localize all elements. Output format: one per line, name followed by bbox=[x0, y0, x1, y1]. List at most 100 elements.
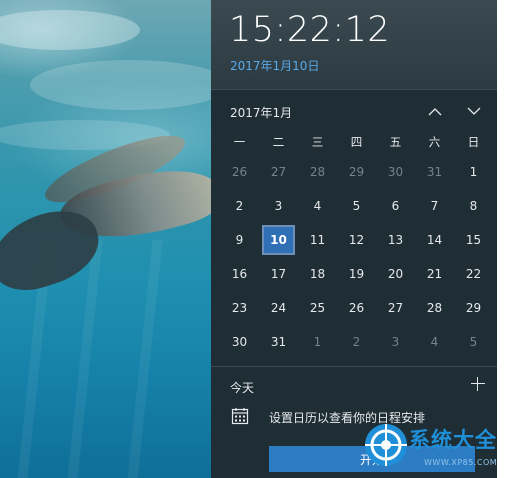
calendar-day[interactable]: 12 bbox=[337, 223, 376, 257]
weekday-label: 二 bbox=[272, 135, 285, 149]
calendar-day-number: 26 bbox=[348, 301, 365, 315]
calendar-day[interactable]: 4 bbox=[415, 325, 454, 359]
calendar-day[interactable]: 28 bbox=[298, 155, 337, 189]
light-reflection bbox=[30, 60, 212, 110]
calendar-day[interactable]: 6 bbox=[376, 189, 415, 223]
calendar-day-number: 12 bbox=[348, 233, 365, 247]
calendar-day[interactable]: 25 bbox=[298, 291, 337, 325]
calendar-day-number: 20 bbox=[387, 267, 404, 281]
calendar-day[interactable]: 31 bbox=[415, 155, 454, 189]
calendar-day[interactable]: 5 bbox=[337, 189, 376, 223]
calendar-day-number: 14 bbox=[426, 233, 443, 247]
calendar-day[interactable]: 4 bbox=[298, 189, 337, 223]
current-date-link[interactable]: 2017年1月10日 bbox=[230, 57, 319, 74]
calendar-day-number: 27 bbox=[270, 165, 287, 179]
calendar-day[interactable]: 28 bbox=[415, 291, 454, 325]
calendar-day[interactable]: 29 bbox=[337, 155, 376, 189]
calendar-day-number: 26 bbox=[231, 165, 248, 179]
calendar-day-number: 21 bbox=[426, 267, 443, 281]
calendar-day[interactable]: 1 bbox=[298, 325, 337, 359]
calendar-day[interactable]: 22 bbox=[454, 257, 493, 291]
calendar-day-number: 15 bbox=[465, 233, 482, 247]
calendar-day[interactable]: 20 bbox=[376, 257, 415, 291]
calendar-day-number: 2 bbox=[352, 335, 361, 349]
calendar-day-number: 9 bbox=[235, 233, 244, 247]
calendar-day[interactable]: 17 bbox=[259, 257, 298, 291]
calendar-day[interactable]: 15 bbox=[454, 223, 493, 257]
calendar-day[interactable]: 23 bbox=[220, 291, 259, 325]
calendar-day-number: 3 bbox=[391, 335, 400, 349]
chevron-down-icon bbox=[467, 107, 481, 115]
calendar-day-number: 10 bbox=[262, 225, 295, 255]
agenda-divider bbox=[211, 366, 497, 367]
calendar-day[interactable]: 8 bbox=[454, 189, 493, 223]
calendar-day[interactable]: 18 bbox=[298, 257, 337, 291]
calendar-day-number: 28 bbox=[426, 301, 443, 315]
calendar-day-number: 29 bbox=[348, 165, 365, 179]
calendar-day-number: 4 bbox=[313, 199, 322, 213]
weekday-label: 一 bbox=[233, 135, 246, 149]
calendar-day-number: 30 bbox=[231, 335, 248, 349]
calendar-day[interactable]: 7 bbox=[415, 189, 454, 223]
calendar-day[interactable]: 24 bbox=[259, 291, 298, 325]
calendar-day-number: 24 bbox=[270, 301, 287, 315]
calendar-day-number: 17 bbox=[270, 267, 287, 281]
weekday-label: 四 bbox=[350, 135, 363, 149]
weekday-label: 六 bbox=[428, 135, 441, 149]
screenshot-frame: 15:22:12 2017年1月10日 2017年1月 一二三四五六日 26 27… bbox=[0, 0, 507, 478]
light-ray bbox=[127, 240, 163, 478]
calendar-day[interactable]: 21 bbox=[415, 257, 454, 291]
clock-calendar-flyout: 15:22:12 2017年1月10日 2017年1月 一二三四五六日 26 27… bbox=[211, 0, 497, 478]
watermark-logo-icon bbox=[365, 424, 407, 466]
calendar-day[interactable]: 19 bbox=[337, 257, 376, 291]
next-month-button[interactable] bbox=[463, 100, 485, 122]
add-event-button[interactable] bbox=[469, 375, 487, 393]
calendar-day[interactable]: 31 bbox=[259, 325, 298, 359]
calendar-day[interactable]: 13 bbox=[376, 223, 415, 257]
weekday-header-row: 一二三四五六日 bbox=[220, 131, 494, 153]
weekday-label: 三 bbox=[311, 135, 324, 149]
calendar-day[interactable]: 14 bbox=[415, 223, 454, 257]
calendar-day-grid: 26 27 28 29 30 31 1 2 3 4 5 6 7 8 9 10 11 12 13 14 15 16 17 18 1… bbox=[220, 155, 494, 359]
calendar-day-number: 5 bbox=[352, 199, 361, 213]
calendar-day-number: 2 bbox=[235, 199, 244, 213]
calendar-day[interactable]: 2 bbox=[220, 189, 259, 223]
calendar-day-today[interactable]: 10 bbox=[259, 223, 298, 257]
calendar-day-number: 16 bbox=[231, 267, 248, 281]
calendar-day-number: 25 bbox=[309, 301, 326, 315]
agenda-today-heading: 今天 bbox=[230, 381, 255, 395]
calendar-day-number: 19 bbox=[348, 267, 365, 281]
calendar-day[interactable]: 30 bbox=[376, 155, 415, 189]
calendar-day[interactable]: 30 bbox=[220, 325, 259, 359]
calendar-day[interactable]: 3 bbox=[376, 325, 415, 359]
calendar-day[interactable]: 26 bbox=[220, 155, 259, 189]
calendar-day-number: 5 bbox=[469, 335, 478, 349]
month-year-label[interactable]: 2017年1月 bbox=[230, 104, 292, 121]
calendar-day[interactable]: 26 bbox=[337, 291, 376, 325]
calendar-day[interactable]: 27 bbox=[376, 291, 415, 325]
calendar-day-number: 30 bbox=[387, 165, 404, 179]
calendar-day-number: 4 bbox=[430, 335, 439, 349]
calendar-day[interactable]: 29 bbox=[454, 291, 493, 325]
calendar-day-number: 3 bbox=[274, 199, 283, 213]
calendar-day-number: 13 bbox=[387, 233, 404, 247]
calendar-day-number: 31 bbox=[426, 165, 443, 179]
calendar-day[interactable]: 16 bbox=[220, 257, 259, 291]
calendar-day[interactable]: 3 bbox=[259, 189, 298, 223]
calendar-day[interactable]: 11 bbox=[298, 223, 337, 257]
calendar-day-number: 1 bbox=[469, 165, 478, 179]
watermark-url: WWW.XP85.COM bbox=[424, 458, 498, 467]
previous-month-button[interactable] bbox=[424, 100, 446, 122]
calendar-day[interactable]: 27 bbox=[259, 155, 298, 189]
clock-header: 15:22:12 2017年1月10日 bbox=[211, 0, 497, 89]
calendar-day[interactable]: 9 bbox=[220, 223, 259, 257]
calendar-day-number: 22 bbox=[465, 267, 482, 281]
calendar-day-number: 7 bbox=[430, 199, 439, 213]
calendar-day-number: 28 bbox=[309, 165, 326, 179]
calendar-day[interactable]: 5 bbox=[454, 325, 493, 359]
calendar-day[interactable]: 2 bbox=[337, 325, 376, 359]
light-reflection bbox=[0, 10, 140, 50]
calendar-day-number: 23 bbox=[231, 301, 248, 315]
chevron-up-icon bbox=[428, 107, 442, 115]
calendar-day[interactable]: 1 bbox=[454, 155, 493, 189]
